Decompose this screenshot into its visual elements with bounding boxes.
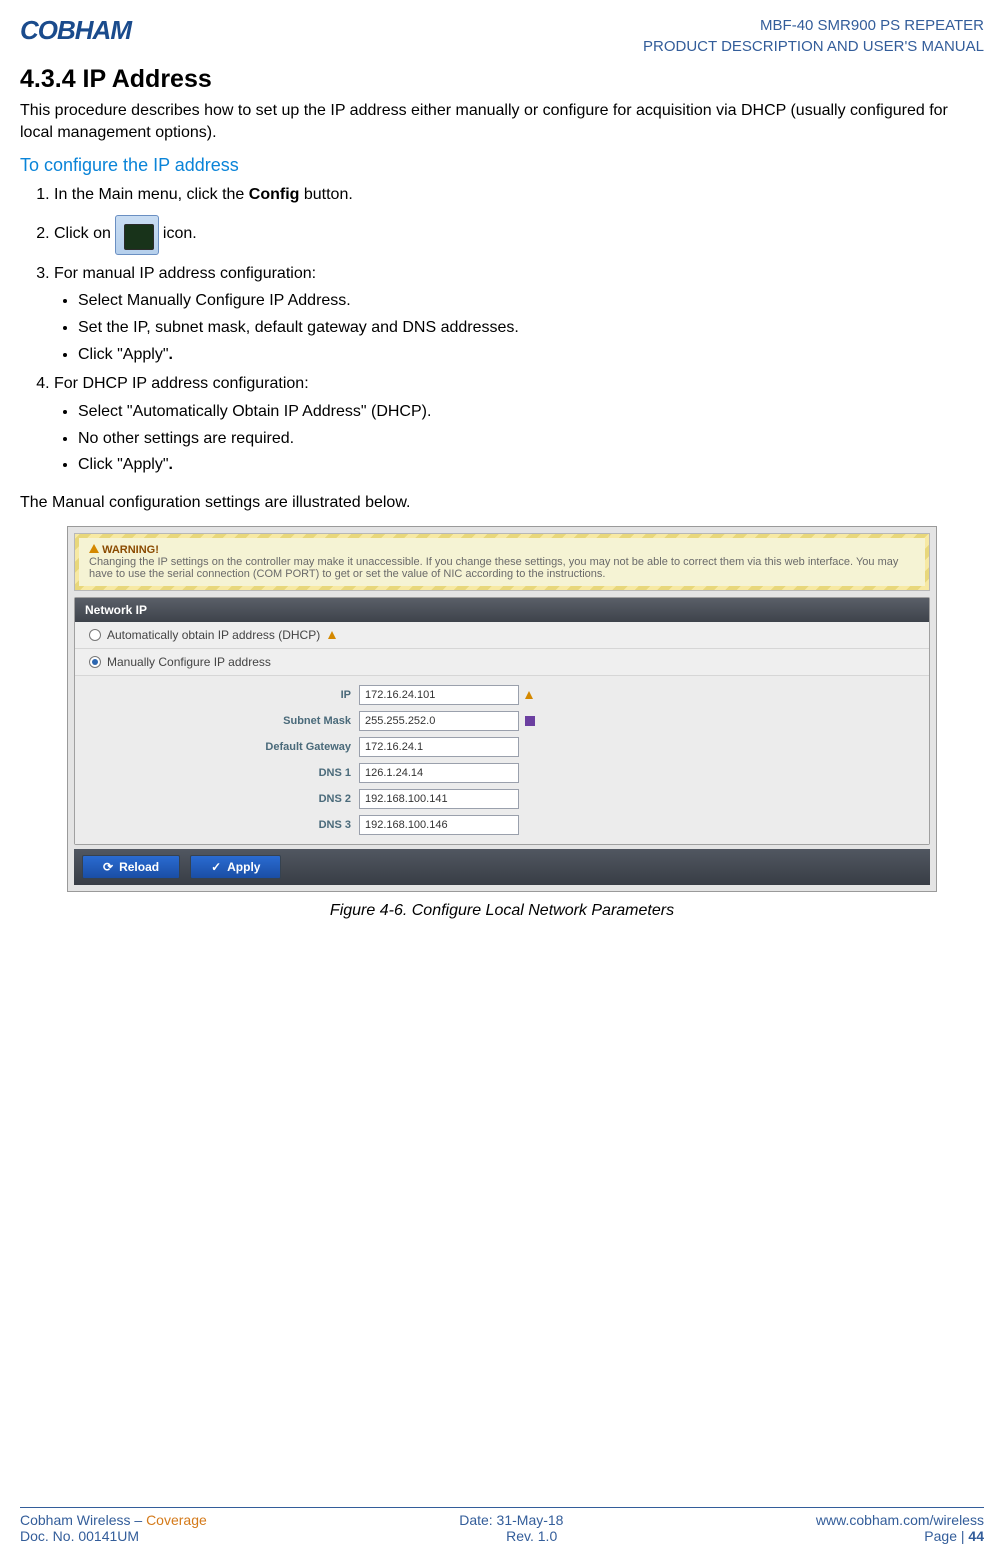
warning-title: WARNING! [102, 544, 159, 556]
step-1-post: button. [299, 186, 352, 203]
dns3-input[interactable] [359, 815, 519, 835]
footer-rev: Rev. 1.0 [506, 1528, 557, 1544]
footer-sep: – [130, 1512, 146, 1528]
step-4: For DHCP IP address configuration: Selec… [54, 373, 984, 476]
step-4-bullet-3: Click "Apply". [78, 455, 984, 476]
doc-title-block: MBF-40 SMR900 PS REPEATER PRODUCT DESCRI… [643, 15, 984, 57]
radio-dhcp-row[interactable]: Automatically obtain IP address (DHCP) [75, 622, 929, 649]
illustrated-below-text: The Manual configuration settings are il… [20, 494, 984, 512]
sub-heading: To configure the IP address [20, 155, 984, 176]
radio-manual-label: Manually Configure IP address [107, 655, 271, 669]
gateway-input[interactable] [359, 737, 519, 757]
radio-dhcp-label: Automatically obtain IP address (DHCP) [107, 628, 320, 642]
step-3-bullet-3: Click "Apply". [78, 345, 984, 366]
apply-button-label: Apply [227, 860, 260, 874]
warning-small-icon [328, 631, 336, 639]
warning-text: Changing the IP settings on the controll… [89, 556, 915, 580]
step-4-bullet-2: No other settings are required. [78, 429, 984, 450]
footer-docno: Doc. No. 00141UM [20, 1528, 139, 1544]
intro-paragraph: This procedure describes how to set up t… [20, 100, 984, 143]
warning-box: WARNING! Changing the IP settings on the… [74, 533, 930, 591]
step-4-text: For DHCP IP address configuration: [54, 375, 309, 392]
dns2-label: DNS 2 [89, 793, 359, 805]
network-port-icon [115, 215, 159, 255]
footer-company: Cobham Wireless [20, 1512, 130, 1528]
reload-button-label: Reload [119, 860, 159, 874]
dns1-input[interactable] [359, 763, 519, 783]
radio-dhcp-icon[interactable] [89, 629, 101, 641]
dns1-label: DNS 1 [89, 767, 359, 779]
ip-input[interactable] [359, 685, 519, 705]
subnet-input[interactable] [359, 711, 519, 731]
step-1-pre: In the Main menu, click the [54, 186, 249, 203]
step-4-bullet-1: Select "Automatically Obtain IP Address"… [78, 402, 984, 423]
step-2-post: icon. [163, 223, 197, 245]
warning-triangle-icon [89, 544, 99, 553]
config-screenshot: WARNING! Changing the IP settings on the… [67, 526, 937, 892]
step-3-text: For manual IP address configuration: [54, 265, 316, 282]
step-3-bullet-2: Set the IP, subnet mask, default gateway… [78, 318, 984, 339]
logo: COBHAM [20, 15, 131, 46]
section-heading: 4.3.4 IP Address [20, 65, 984, 94]
apply-button[interactable]: Apply [190, 855, 281, 879]
ip-warning-icon [525, 691, 533, 699]
subnet-info-icon [525, 716, 535, 726]
dns2-input[interactable] [359, 789, 519, 809]
step-2-pre: Click on [54, 223, 111, 245]
dns3-label: DNS 3 [89, 819, 359, 831]
check-icon [211, 860, 221, 874]
action-bar: Reload Apply [74, 849, 930, 885]
step-1: In the Main menu, click the Config butto… [54, 184, 984, 206]
step-1-bold: Config [249, 186, 300, 203]
step-2: Click on icon. [54, 215, 984, 255]
footer-coverage: Coverage [146, 1512, 207, 1528]
footer-url: www.cobham.com/wireless [816, 1512, 984, 1528]
doc-title-line2: PRODUCT DESCRIPTION AND USER'S MANUAL [643, 36, 984, 57]
footer-date: Date: 31-May-18 [459, 1512, 563, 1528]
gateway-label: Default Gateway [89, 741, 359, 753]
reload-icon [103, 860, 113, 874]
doc-title-line1: MBF-40 SMR900 PS REPEATER [643, 15, 984, 36]
footer-page: Page | 44 [924, 1528, 984, 1544]
step-3-bullet-1: Select Manually Configure IP Address. [78, 291, 984, 312]
radio-manual-icon[interactable] [89, 656, 101, 668]
figure-caption: Figure 4-6. Configure Local Network Para… [20, 902, 984, 920]
ip-label: IP [89, 689, 359, 701]
reload-button[interactable]: Reload [82, 855, 180, 879]
subnet-label: Subnet Mask [89, 715, 359, 727]
radio-manual-row[interactable]: Manually Configure IP address [75, 649, 929, 676]
panel-title: Network IP [75, 598, 929, 622]
steps-list: In the Main menu, click the Config butto… [54, 184, 984, 476]
footer: Cobham Wireless – Coverage Date: 31-May-… [20, 1507, 984, 1544]
network-ip-panel: Network IP Automatically obtain IP addre… [74, 597, 930, 845]
step-3: For manual IP address configuration: Sel… [54, 263, 984, 366]
